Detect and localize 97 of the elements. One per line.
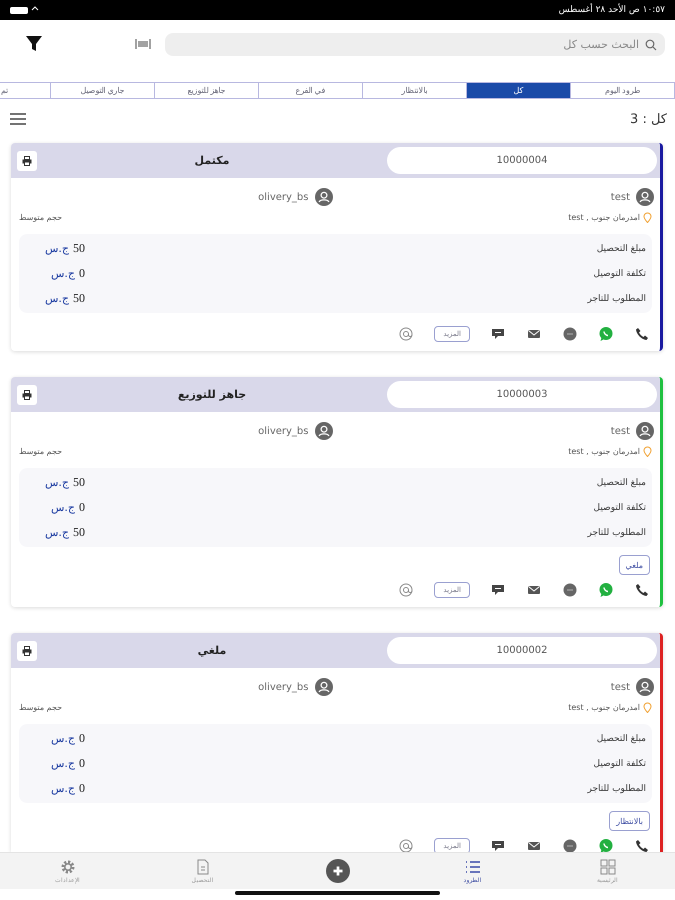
battery-icon — [10, 6, 40, 14]
filter-tab[interactable]: طرود اليوم — [570, 82, 675, 99]
search-icon — [645, 38, 657, 50]
filter-icon[interactable] — [25, 35, 43, 53]
amount-label: المطلوب للتاجر — [588, 528, 646, 538]
avatar-icon — [636, 422, 654, 440]
filter-tab[interactable]: كل — [466, 82, 571, 99]
avatar-icon — [636, 678, 654, 696]
add-icon — [326, 859, 350, 883]
printer-icon — [22, 646, 32, 656]
minus-circle-icon[interactable] — [562, 326, 578, 342]
amount-value: 0 — [79, 756, 85, 771]
package-size: حجم متوسط — [19, 446, 62, 456]
location-pin-icon — [643, 446, 652, 456]
order-number: 10000004 — [387, 147, 657, 174]
currency-text: ج.س — [50, 757, 75, 770]
print-button[interactable] — [17, 150, 37, 170]
at-sign-icon[interactable] — [398, 326, 414, 342]
document-icon — [194, 858, 210, 874]
status-bar-time: ١٠:٥٧ ص الأحد ٢٨ أغسطس — [558, 5, 665, 15]
avatar-icon — [314, 422, 332, 440]
filter-tab[interactable]: في الفرع — [258, 82, 363, 99]
status-action-button[interactable]: ملغي — [618, 555, 650, 575]
printer-icon — [22, 390, 32, 400]
currency-text: ج.س — [44, 476, 69, 489]
phone-icon[interactable] — [634, 838, 650, 852]
amount-label: مبلغ التحصيل — [596, 478, 646, 488]
sender-name: test — [610, 192, 630, 202]
filter-tab[interactable]: جاري التوصيل — [50, 82, 155, 99]
filter-tab[interactable]: جاهز للتوزيع — [154, 82, 259, 99]
order-status: مكتمل — [194, 154, 230, 167]
amount-value: 0 — [79, 781, 85, 796]
currency-text: ج.س — [50, 782, 75, 795]
amount-value: 50 — [73, 291, 85, 306]
print-button[interactable] — [17, 384, 37, 404]
amount-value: 0 — [79, 266, 85, 281]
amount-value: 50 — [73, 241, 85, 256]
currency-text: ج.س — [44, 292, 69, 305]
printer-icon — [22, 156, 32, 166]
minus-circle-icon[interactable] — [562, 582, 578, 598]
message-icon[interactable] — [490, 326, 506, 342]
amount-value: 50 — [73, 475, 85, 490]
status-action-button[interactable]: بالانتظار — [609, 811, 650, 831]
address-text: امدرمان جنوب , test — [568, 702, 640, 712]
menu-icon[interactable] — [10, 113, 26, 125]
amount-label: تكلفة التوصيل — [594, 758, 646, 768]
order-status: جاهز للتوزيع — [176, 388, 248, 401]
currency-text: ج.س — [50, 732, 75, 745]
chat-bubble-icon[interactable] — [598, 326, 614, 342]
location-pin-icon — [643, 702, 652, 712]
amount-value: 0 — [79, 500, 85, 515]
filter-tab[interactable]: تم — [0, 82, 51, 99]
driver-name: olivery_bs — [258, 426, 308, 436]
amount-label: المطلوب للتاجر — [588, 784, 646, 794]
currency-text: ج.س — [44, 242, 69, 255]
amount-label: المطلوب للتاجر — [588, 294, 646, 304]
phone-icon[interactable] — [634, 582, 650, 598]
message-icon[interactable] — [490, 582, 506, 598]
address-text: امدرمان جنوب , test — [568, 212, 640, 222]
phone-icon[interactable] — [634, 326, 650, 342]
order-number: 10000002 — [387, 637, 657, 664]
sender-name: test — [610, 426, 630, 436]
package-size: حجم متوسط — [19, 702, 62, 712]
package-size: حجم متوسط — [19, 212, 62, 222]
at-sign-icon[interactable] — [398, 838, 414, 852]
settings-icon — [60, 858, 76, 874]
amount-value: 50 — [73, 525, 85, 540]
amount-label: مبلغ التحصيل — [596, 734, 646, 744]
message-icon[interactable] — [490, 838, 506, 852]
filter-tab[interactable]: بالانتظار — [362, 82, 467, 99]
avatar-icon — [636, 188, 654, 206]
sender-name: test — [610, 682, 630, 692]
at-sign-icon[interactable] — [398, 582, 414, 598]
amount-label: مبلغ التحصيل — [596, 244, 646, 254]
location-pin-icon — [643, 212, 652, 222]
order-count: كل : 3 — [630, 112, 667, 126]
currency-text: ج.س — [50, 501, 75, 514]
amount-label: تكلفة التوصيل — [594, 502, 646, 512]
avatar-icon — [314, 188, 332, 206]
search-field[interactable]: البحث حسب كل — [165, 32, 665, 56]
currency-text: ج.س — [44, 526, 69, 539]
print-button[interactable] — [17, 640, 37, 660]
chat-bubble-icon[interactable] — [598, 582, 614, 598]
grid-icon — [600, 858, 616, 874]
list-icon — [464, 858, 480, 874]
order-number: 10000003 — [387, 381, 657, 408]
chat-bubble-icon[interactable] — [598, 838, 614, 852]
avatar-icon — [314, 678, 332, 696]
barcode-scan-icon[interactable] — [135, 38, 151, 50]
address-text: امدرمان جنوب , test — [568, 446, 640, 456]
minus-circle-icon[interactable] — [562, 838, 578, 852]
amount-value: 0 — [79, 731, 85, 746]
amount-label: تكلفة التوصيل — [594, 268, 646, 278]
driver-name: olivery_bs — [258, 192, 308, 202]
currency-text: ج.س — [50, 267, 75, 280]
order-status: ملغي — [196, 644, 228, 657]
driver-name: olivery_bs — [258, 682, 308, 692]
